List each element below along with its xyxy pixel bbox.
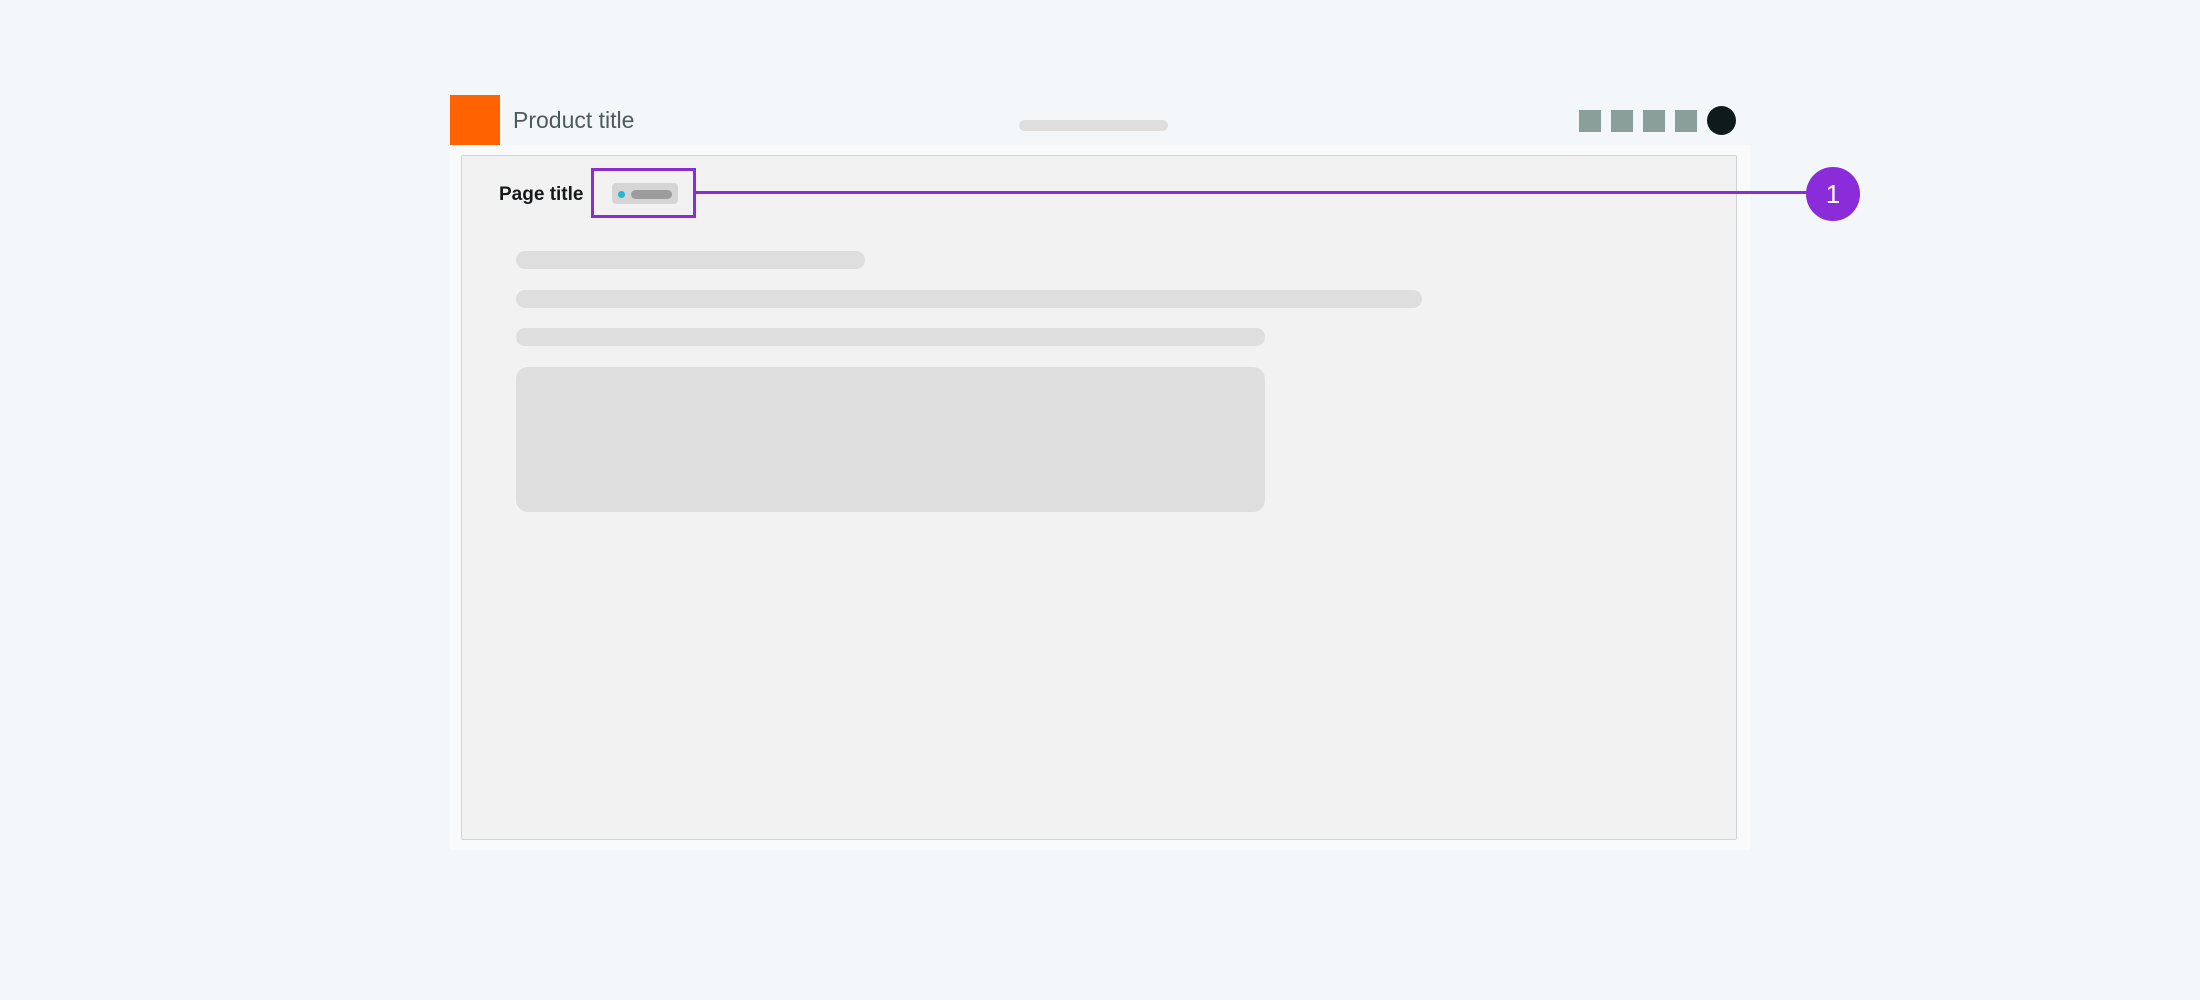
annotation-marker: 1 — [1806, 167, 1860, 221]
user-avatar-icon[interactable] — [1707, 106, 1736, 135]
search-placeholder[interactable] — [1019, 120, 1168, 131]
skeleton-line-3 — [516, 328, 1265, 346]
skeleton-block — [516, 367, 1265, 512]
page-title: Page title — [499, 184, 584, 205]
product-title[interactable]: Product title — [513, 107, 634, 133]
header-action-3-icon[interactable] — [1643, 109, 1665, 132]
annotation-highlight-box — [591, 168, 696, 218]
skeleton-line-2 — [516, 290, 1422, 308]
skeleton-line-1 — [516, 251, 865, 269]
header-actions — [1579, 106, 1736, 135]
annotation-leader-line — [696, 191, 1808, 194]
content-area: Page title — [450, 145, 1750, 850]
product-logo[interactable] — [450, 95, 500, 145]
header-action-4-icon[interactable] — [1675, 109, 1697, 132]
header-action-2-icon[interactable] — [1611, 109, 1633, 132]
app-header: Product title — [450, 95, 1750, 145]
header-action-1-icon[interactable] — [1579, 109, 1601, 132]
page-panel: Page title — [461, 155, 1737, 840]
